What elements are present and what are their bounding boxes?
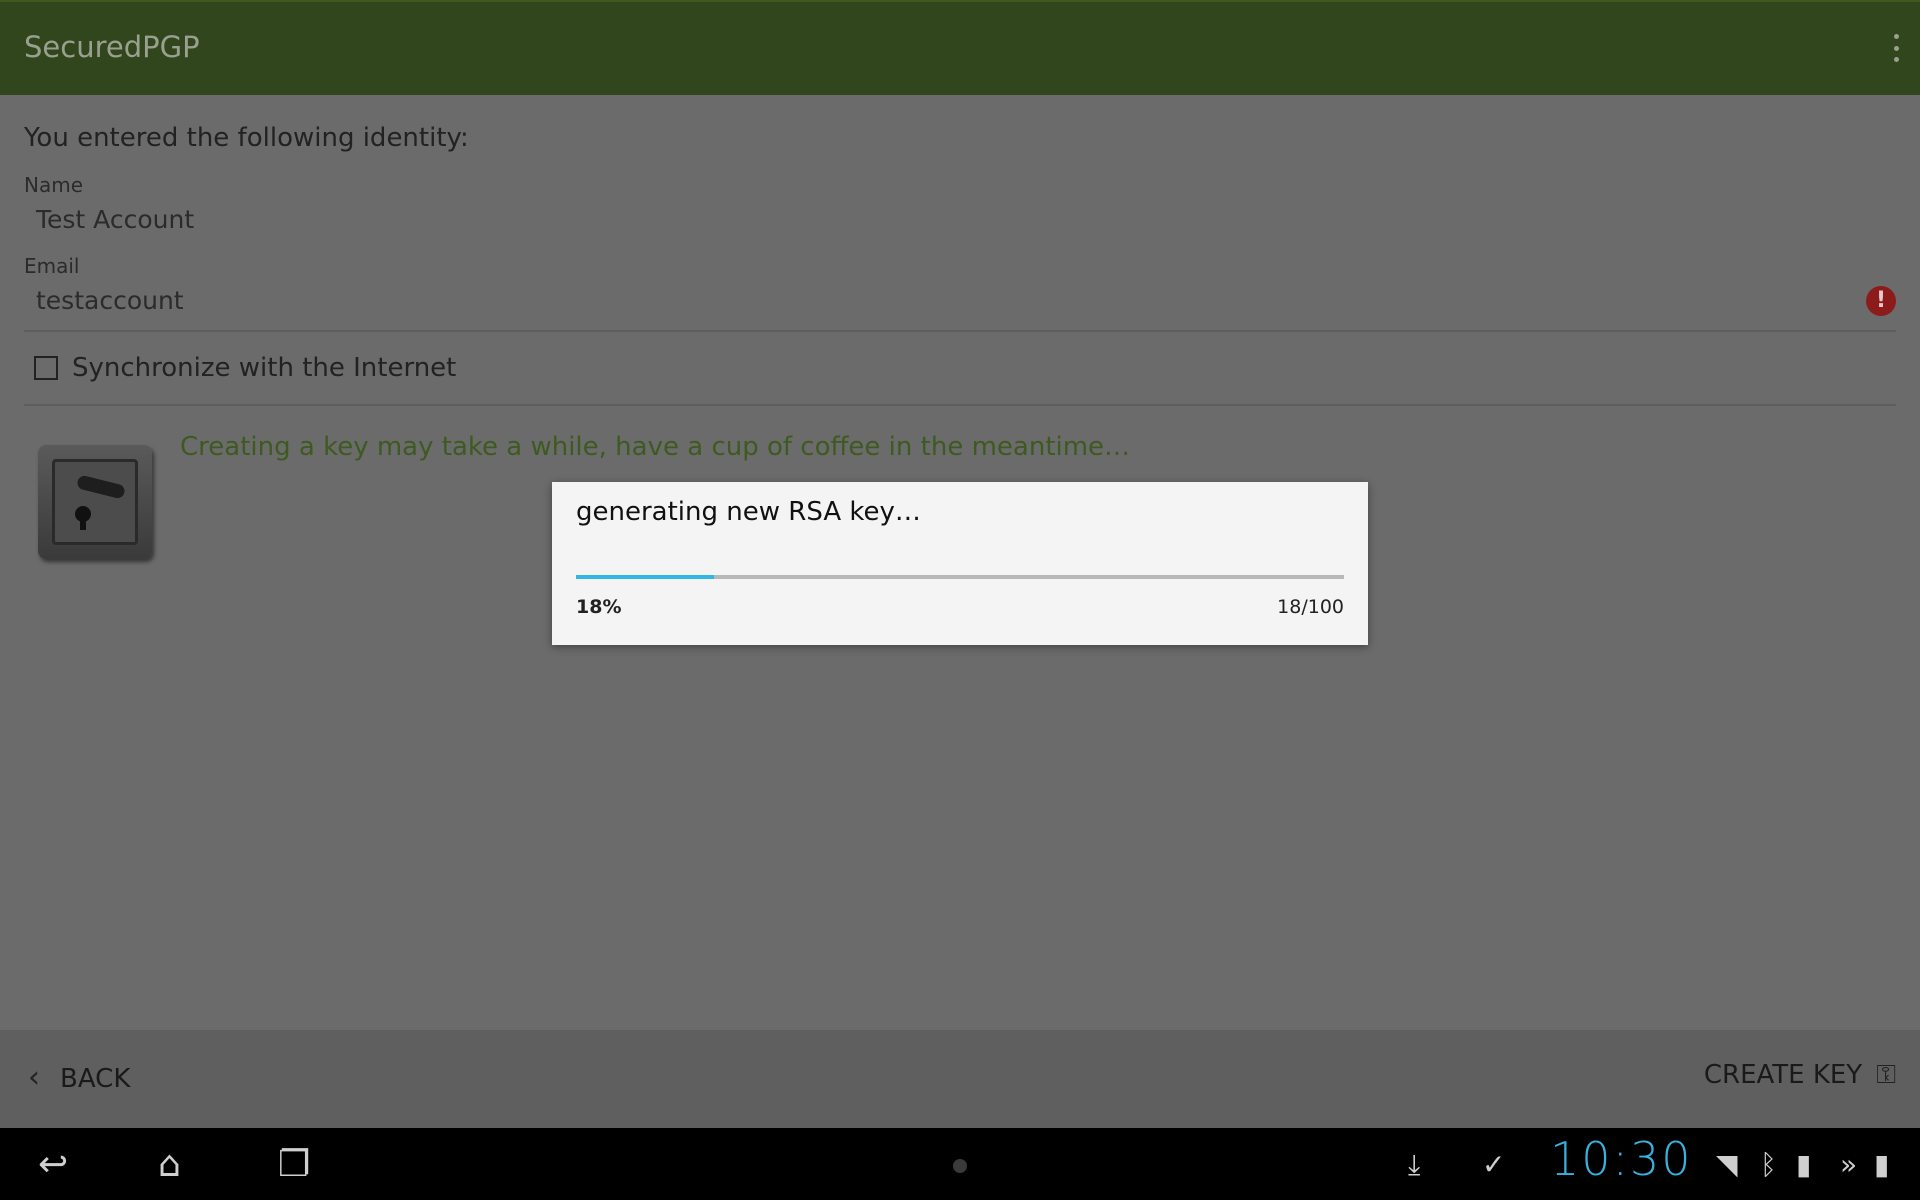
wifi-icon: ◥ bbox=[1716, 1148, 1738, 1181]
back-label: BACK bbox=[60, 1064, 131, 1094]
nav-home-icon[interactable]: ⌂ bbox=[158, 1144, 181, 1185]
dialog-message: generating new RSA key… bbox=[576, 497, 921, 527]
system-nav-bar: ↩ ⌂ ❐ ⤓ ✓ 10:30 ◥ ᛒ ▮ » ▮ bbox=[0, 1128, 1920, 1200]
create-key-label: CREATE KEY bbox=[1703, 1060, 1863, 1090]
hint-text: Creating a key may take a while, have a … bbox=[180, 432, 1131, 462]
chevron-left-icon: ‹ bbox=[28, 1060, 40, 1095]
email-field[interactable]: testaccount bbox=[36, 286, 184, 315]
identity-heading: You entered the following identity: bbox=[24, 123, 469, 153]
name-field[interactable]: Test Account bbox=[36, 205, 194, 234]
key-safe-icon bbox=[38, 445, 152, 559]
progress-count: 18/100 bbox=[1277, 596, 1344, 618]
clock: 10:30 bbox=[1550, 1132, 1693, 1186]
progress-dialog: generating new RSA key… 18% 18/100 bbox=[552, 482, 1368, 645]
key-add-icon: ⚿ bbox=[1876, 1060, 1896, 1090]
email-label: Email bbox=[24, 254, 80, 278]
expand-icon[interactable]: » bbox=[1840, 1148, 1857, 1181]
overflow-menu-icon[interactable] bbox=[1890, 34, 1902, 62]
progress-percent: 18% bbox=[576, 596, 622, 618]
nav-back-icon[interactable]: ↩ bbox=[38, 1144, 68, 1185]
error-icon[interactable]: ! bbox=[1866, 286, 1896, 316]
download-icon[interactable]: ⤓ bbox=[1408, 1148, 1420, 1182]
briefcase-icon[interactable]: ✓ bbox=[1482, 1148, 1505, 1181]
progress-bar bbox=[576, 575, 1344, 579]
back-button[interactable]: ‹ BACK bbox=[28, 1060, 130, 1095]
divider bbox=[24, 330, 1896, 332]
app-title: SecuredPGP bbox=[24, 30, 200, 64]
nav-dot bbox=[953, 1159, 967, 1173]
action-bar: SecuredPGP bbox=[0, 0, 1920, 95]
progress-fill bbox=[576, 575, 715, 579]
sync-label[interactable]: Synchronize with the Internet bbox=[72, 353, 456, 383]
create-key-button[interactable]: CREATE KEY ⚿ bbox=[1704, 1060, 1896, 1091]
divider bbox=[24, 404, 1896, 406]
name-label: Name bbox=[24, 173, 84, 197]
battery-icon: ▮ bbox=[1874, 1148, 1890, 1181]
bluetooth-icon: ᛒ bbox=[1760, 1148, 1777, 1181]
nav-recents-icon[interactable]: ❐ bbox=[278, 1144, 310, 1185]
sync-checkbox[interactable] bbox=[34, 356, 58, 380]
bottom-bar: ‹ BACK CREATE KEY ⚿ bbox=[0, 1030, 1920, 1128]
keyboard-battery-icon: ▮ bbox=[1796, 1148, 1812, 1181]
